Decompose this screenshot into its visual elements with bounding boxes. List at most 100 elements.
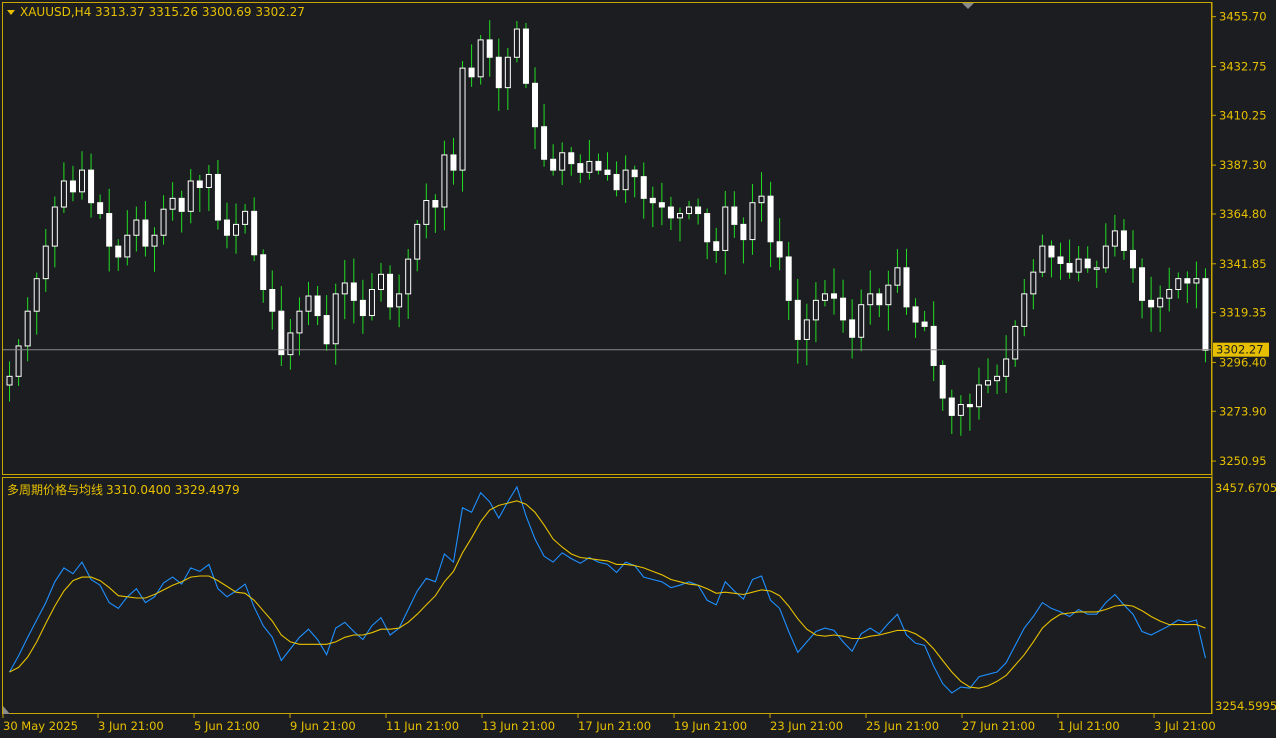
candle-body [686, 206, 693, 215]
candle-body [912, 306, 919, 323]
candle-body [957, 404, 964, 416]
indicator-lines-layer [9, 485, 1207, 694]
candle-body [432, 200, 439, 208]
indicator-axis-bottom: 3254.5995 [1215, 699, 1276, 713]
candle-body [559, 152, 566, 171]
candle-body [178, 197, 185, 212]
time-tick-label: 3 Jul 21:00 [1154, 719, 1216, 733]
candle-body [622, 169, 629, 191]
candle-body [468, 67, 475, 78]
time-axis-ticks: 30 May 2025 3 Jun 21:00 5 Jun 21:00 9 Jun 2… [2, 714, 1216, 733]
price-tick-label: 3319.35 [1219, 306, 1267, 320]
candle-body [341, 282, 348, 295]
candle-body [731, 206, 738, 225]
candle-body [785, 256, 792, 301]
price-tick-label: 3296.40 [1219, 355, 1267, 369]
candle-body [876, 293, 883, 306]
candle-body [513, 28, 520, 58]
candle-body [495, 56, 502, 89]
candle-body [1030, 271, 1037, 295]
candle-body [1066, 262, 1073, 273]
candle-body [1202, 278, 1209, 351]
candle-body [749, 202, 756, 241]
candle-body [323, 315, 330, 345]
candle-body [1139, 267, 1146, 301]
candle-body [604, 169, 611, 175]
candle-body [251, 210, 258, 256]
price-tick-label: 3341.85 [1219, 257, 1267, 271]
candle-body [704, 213, 711, 243]
candle-body [758, 195, 765, 204]
candle-body [504, 56, 511, 89]
candle-body [994, 375, 1001, 382]
candle-body [142, 219, 149, 247]
candle-body [160, 208, 167, 236]
candle-body [269, 289, 276, 312]
candle-body [831, 293, 838, 299]
time-tick-label: 13 Jun 21:00 [482, 719, 555, 733]
candle-body [676, 213, 683, 219]
candle-body [776, 241, 783, 258]
candle-body [948, 397, 955, 416]
current-price-label: 3302.27 [1216, 343, 1264, 357]
candle-body [278, 310, 285, 356]
candle-body [658, 202, 665, 208]
candle-body [42, 245, 49, 280]
candle-body [196, 180, 203, 188]
price-tick-label: 3273.90 [1219, 404, 1267, 418]
candle-body [885, 284, 892, 306]
candle-body [79, 169, 86, 193]
candle-body [332, 293, 339, 345]
candle-body [1048, 245, 1055, 258]
time-tick-label: 19 Jun 21:00 [674, 719, 747, 733]
candle-body [1193, 278, 1200, 284]
candle-body [414, 223, 421, 260]
candle-body [260, 254, 267, 291]
price-tick-label: 3250.95 [1219, 454, 1267, 468]
candle-body [849, 319, 856, 338]
candle-body [840, 297, 847, 321]
main-pane-frame [2, 2, 1212, 475]
triangle-down-icon[interactable] [7, 10, 15, 15]
chart-shift-icon[interactable] [962, 3, 974, 9]
candle-body [640, 176, 647, 199]
candle-body [6, 375, 13, 386]
candle-body [541, 126, 548, 160]
chart-canvas: 3455.70 3432.75 3410.25 3387.30 3364.80 3341.… [2, 2, 1276, 733]
candle-body [88, 169, 95, 204]
candle-body [722, 206, 729, 251]
candle-body [233, 223, 240, 236]
candle-body [812, 299, 819, 321]
candle-body [214, 173, 221, 221]
price-tick-label: 3432.75 [1219, 59, 1267, 73]
candle-body [459, 67, 466, 171]
candle-body [359, 299, 366, 317]
candle-body [1003, 358, 1010, 377]
candle-body [613, 173, 620, 191]
time-tick-label: 3 Jun 21:00 [98, 719, 164, 733]
candle-body [377, 273, 384, 291]
candle-body [368, 289, 375, 317]
candle-body [169, 197, 176, 210]
candle-body [586, 160, 593, 173]
candle-body [1075, 258, 1082, 273]
indicator-pane-frame [2, 477, 1212, 714]
candle-body [939, 364, 946, 399]
time-tick-label: 30 May 2025 [3, 719, 78, 733]
candle-body [577, 163, 584, 173]
candle-body [69, 180, 76, 193]
time-tick-label: 5 Jun 21:00 [194, 719, 260, 733]
price-tick-label: 3455.70 [1219, 10, 1267, 24]
candle-body [568, 152, 575, 165]
candle-body [649, 197, 656, 204]
candle-body [903, 267, 910, 308]
candle-body [631, 169, 638, 178]
candle-body [24, 310, 31, 347]
candle-body [1157, 297, 1164, 308]
candle-body [296, 310, 303, 334]
candle-body [930, 325, 937, 366]
chart-window: 3455.70 3432.75 3410.25 3387.30 3364.80 3341.… [0, 0, 1276, 738]
candle-body [387, 273, 394, 308]
candle-body [187, 180, 194, 212]
candle-body [60, 180, 67, 208]
